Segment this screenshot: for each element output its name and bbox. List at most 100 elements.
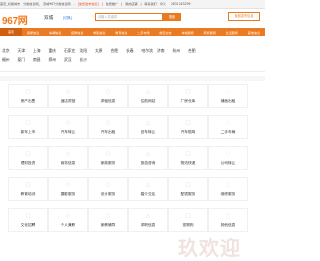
nav-item[interactable]: 教育信息 xyxy=(110,30,132,35)
category-label: 旧车转让 xyxy=(140,130,156,134)
city-row: 北京 天津 上海 重庆 石家庄 沈阳 太原 合肥 长春 哈尔滨 济南 杭州 合肥 xyxy=(2,46,262,55)
free-promo-link[interactable]: 免费推广 xyxy=(106,2,118,6)
my-shop-link[interactable]: 我的店铺 xyxy=(125,2,137,6)
category-cell[interactable]: ◌ 二手车辆 xyxy=(208,115,248,139)
category-icon: ▢ xyxy=(25,151,31,157)
category-icon: △ xyxy=(145,120,151,126)
qq-label: QQ： xyxy=(159,2,168,6)
category-label: 住航网站 xyxy=(140,99,156,103)
topbar-item: - xyxy=(73,2,75,6)
category-icon: ○ xyxy=(105,182,111,188)
category-icon: △ xyxy=(145,182,151,188)
category-label: 二手车辆 xyxy=(220,130,236,134)
category-cell[interactable]: □ 宠物狗 xyxy=(168,208,208,232)
nav-item[interactable]: 招聘信息 xyxy=(66,30,88,35)
category-cell[interactable]: ◌ 维修服务 xyxy=(208,177,248,201)
city-link[interactable]: 长沙 xyxy=(80,57,96,63)
category-label: 求租信息 xyxy=(100,99,116,103)
site-logo[interactable]: 967网 xyxy=(2,12,28,27)
category-label: 物流快递 xyxy=(180,161,196,165)
nav-item[interactable]: 房屋信息 xyxy=(22,30,44,35)
search-input[interactable]: 请输入关键词 xyxy=(95,13,163,21)
category-cell[interactable]: ○ 求租信息 xyxy=(88,84,128,108)
category-label: 个人兼职 xyxy=(60,223,76,227)
city-link[interactable]: 太原 xyxy=(95,48,111,54)
city-link[interactable]: 长春 xyxy=(126,48,142,54)
category-cell[interactable]: □ 物流快递 xyxy=(168,146,208,170)
category-label: 铺面出租 xyxy=(220,99,236,103)
category-cell[interactable]: ◇ 摄影服务 xyxy=(48,177,88,201)
category-cell[interactable]: ○ 汽车出租 xyxy=(88,115,128,139)
category-icon: ◌ xyxy=(225,89,231,95)
city-link[interactable]: 哈尔滨 xyxy=(142,48,158,54)
category-cell[interactable]: ▢ 新车上市 xyxy=(8,115,48,139)
category-icon: ○ xyxy=(105,151,111,157)
category-cell[interactable]: ◇ 汽车转让 xyxy=(48,115,88,139)
category-cell[interactable]: ▢ 房产出售 xyxy=(8,84,48,108)
nav-item[interactable]: 婚恋交友 xyxy=(155,30,177,35)
category-label: 汽车出租 xyxy=(100,130,116,134)
category-cell[interactable]: ◇ 商务信息 xyxy=(48,146,88,170)
nav-item[interactable]: 求职信息 xyxy=(88,30,110,35)
nav-item[interactable]: 车辆信息 xyxy=(44,30,66,35)
category-icon: □ xyxy=(185,182,191,188)
top-info-bar: 首页_切换城市 分类信息网_ 双城967分类信息网 - [免费发布信息] | 免… xyxy=(0,0,265,9)
qq-number: 2831243299 xyxy=(170,2,191,6)
search-button[interactable]: 搜索 xyxy=(163,13,181,21)
category-cell[interactable]: □ 配镜服务 xyxy=(168,177,208,201)
category-cell[interactable]: ◌ 其他信息 xyxy=(208,208,248,232)
category-cell[interactable]: ◌ 铺面出租 xyxy=(208,84,248,108)
divider xyxy=(0,71,265,72)
category-cell[interactable]: ▢ 理财投资 xyxy=(8,146,48,170)
category-cell[interactable]: △ 住航网站 xyxy=(128,84,168,108)
city-link[interactable]: 合肥 xyxy=(111,48,127,54)
category-icon: ○ xyxy=(105,213,111,219)
city-link[interactable]: 天津 xyxy=(18,48,34,54)
site-header: 967网 双城 [切换] 请输入关键词 搜索 免费发布信息 xyxy=(0,9,265,27)
category-cell[interactable]: ○ 家政服务 xyxy=(88,146,128,170)
city-link[interactable]: 福州 xyxy=(2,57,18,63)
topbar-item: | xyxy=(140,2,142,6)
contact-link[interactable]: 联系我们 xyxy=(145,2,157,6)
city-link[interactable]: 北京 xyxy=(2,48,18,54)
nav-item[interactable]: 本地服务 xyxy=(177,30,199,35)
category-cell[interactable]: ▢ 教育培训 xyxy=(8,177,48,201)
nav-item[interactable]: 生活服务 xyxy=(221,30,243,35)
category-cell[interactable]: △ 求职信息 xyxy=(128,208,168,232)
city-list: 北京 天津 上海 重庆 石家庄 沈阳 太原 合肥 长春 哈尔滨 济南 杭州 合肥… xyxy=(2,46,262,64)
category-cell[interactable]: △ 旅游咨询 xyxy=(128,146,168,170)
category-cell[interactable]: □ 汽车陪驾 xyxy=(168,115,208,139)
city-link[interactable]: 石家庄 xyxy=(64,48,80,54)
category-cell[interactable]: ○ 设计服务 xyxy=(88,177,128,201)
switch-city-link[interactable]: [切换] xyxy=(63,15,72,20)
city-link[interactable]: 厦门 xyxy=(18,57,34,63)
city-link[interactable]: 合肥 xyxy=(188,48,204,54)
category-cell[interactable]: ◇ 酒店宾馆 xyxy=(48,84,88,108)
category-icon: □ xyxy=(185,213,191,219)
category-cell[interactable]: △ 旧车转让 xyxy=(128,115,168,139)
category-cell[interactable]: ◇ 个人兼职 xyxy=(48,208,88,232)
post-info-button[interactable]: 免费发布信息 xyxy=(228,12,260,21)
category-icon: ◇ xyxy=(65,151,71,157)
category-label: 婚介交友 xyxy=(140,192,156,196)
topbar-item[interactable]: 首页_切换城市 xyxy=(0,2,20,6)
nav-item[interactable]: 商务服务 xyxy=(199,30,221,35)
city-link[interactable]: 杭州 xyxy=(173,48,189,54)
city-link[interactable]: 重庆 xyxy=(49,48,65,54)
category-cell[interactable]: ◌ 公司转让 xyxy=(208,146,248,170)
city-link[interactable]: 上海 xyxy=(33,48,49,54)
category-icon: △ xyxy=(145,151,151,157)
category-cell[interactable]: □ 厂房仓库 xyxy=(168,84,208,108)
nav-item[interactable]: 其他信息 xyxy=(243,30,265,35)
nav-item[interactable]: 二手市场 xyxy=(132,30,154,35)
city-link[interactable]: 郑州 xyxy=(49,57,65,63)
city-link[interactable]: 沈阳 xyxy=(80,48,96,54)
free-post-link[interactable]: [免费发布信息] xyxy=(78,2,99,6)
city-link[interactable]: 济南 xyxy=(157,48,173,54)
category-cell[interactable]: ○ 家教辅导 xyxy=(88,208,128,232)
city-link[interactable]: 武汉 xyxy=(64,57,80,63)
category-cell[interactable]: △ 婚介交友 xyxy=(128,177,168,201)
city-link[interactable]: 南昌 xyxy=(33,57,49,63)
category-cell[interactable]: ▢ 文化招聘 xyxy=(8,208,48,232)
nav-item-home[interactable]: 首页 xyxy=(0,28,23,36)
